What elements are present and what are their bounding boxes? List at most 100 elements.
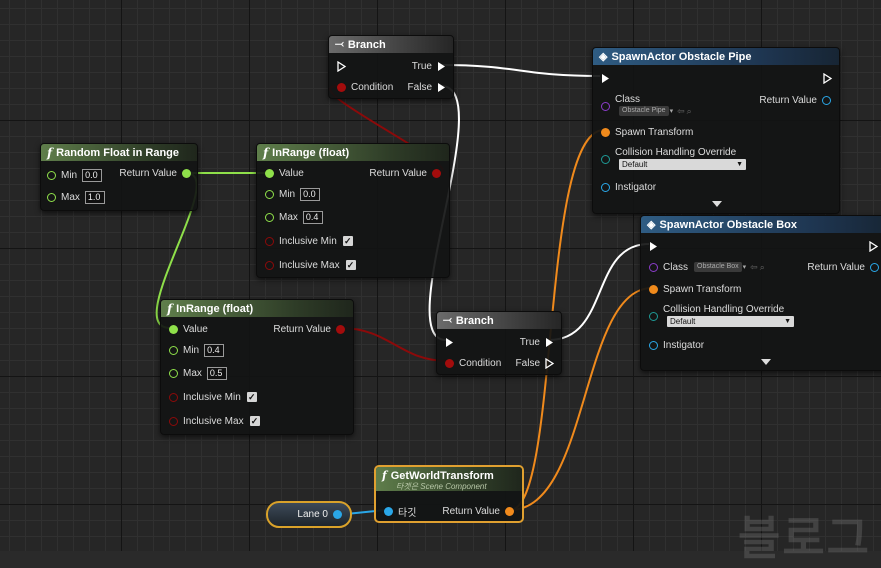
class-pin-icon[interactable] [649,262,658,272]
inclusive-max-checkbox[interactable]: ✓ [249,416,260,426]
exec-out-pin-icon[interactable] [823,72,833,84]
arrow-left-icon[interactable]: ⇦ [677,106,685,117]
max-value-input[interactable]: 0.4 [302,210,323,224]
max-value-input[interactable]: 0.5 [206,366,227,380]
inclusive-min-checkbox[interactable]: ✓ [342,236,353,246]
min-value-input[interactable]: 0.4 [204,343,225,357]
inrange1-incl-max-row[interactable]: Inclusive Max ✓ [265,258,356,272]
gwt-return-row[interactable]: Return Value [442,504,514,518]
inrange1-value-row[interactable]: Value [265,166,304,180]
random-float-node[interactable]: f Random Float in Range Min 0.0 Max 1.0 Ret… [40,143,198,211]
spawn-box-exec-in[interactable] [649,239,659,253]
exec-out-pin-icon[interactable] [869,240,879,252]
spawn-box-collision-select-row[interactable]: Default ▼ [667,314,794,328]
spawn-pipe-exec-in[interactable] [601,71,611,85]
enum-pin-icon[interactable] [649,311,658,321]
bool-pin-icon[interactable] [445,358,454,368]
branch2-exec-in-row[interactable] [445,335,455,349]
spawn-pipe-exec-out[interactable] [823,71,833,85]
object-pin-icon[interactable] [649,340,658,350]
branch1-exec-in-row[interactable] [337,59,347,73]
inrange2-max-row[interactable]: Max 0.5 [169,366,227,380]
bool-pin-icon[interactable] [265,260,274,270]
inclusive-min-checkbox[interactable]: ✓ [246,392,257,402]
branch1-false-row[interactable]: False [408,80,447,94]
search-icon[interactable]: ⌕ [687,106,692,117]
branch2-true-row[interactable]: True [520,335,555,349]
branch-node-2[interactable]: ⤙ Branch True Condition False [436,311,562,375]
branch2-condition-row[interactable]: Condition [445,356,501,370]
float-pin-icon[interactable] [169,324,178,334]
spawn-box-transform-row[interactable]: Spawn Transform [649,282,741,296]
bool-pin-icon[interactable] [265,236,274,246]
inrange2-value-row[interactable]: Value [169,322,208,336]
bool-pin-icon[interactable] [169,392,178,402]
bool-out-pin-icon[interactable] [432,168,441,178]
spawn-pipe-node[interactable]: ◈ SpawnActor Obstacle Pipe Class Obstacle… [592,47,840,214]
max-value-input[interactable]: 1.0 [84,190,105,204]
float-out-pin-icon[interactable] [182,168,191,178]
class-select[interactable]: Obstacle Box [694,262,742,272]
exec-out-pin-icon[interactable] [437,82,447,93]
transform-pin-icon[interactable] [601,127,610,137]
get-world-transform-node[interactable]: f GetWorldTransform 타겟은 Scene Component 타… [374,465,524,523]
object-pin-icon[interactable] [384,506,393,516]
exec-in-pin-icon[interactable] [601,73,611,84]
inclusive-max-checkbox[interactable]: ✓ [345,260,356,270]
branch2-false-row[interactable]: False [516,356,555,370]
collision-dropdown[interactable]: Default ▼ [667,315,794,327]
spawn-box-instigator-row[interactable]: Instigator [649,338,704,352]
spawn-pipe-return-row[interactable]: Return Value [759,93,831,107]
expand-arrow-icon[interactable] [712,201,722,207]
inrange1-return-row[interactable]: Return Value [369,166,441,180]
spawn-box-exec-out[interactable] [869,239,879,253]
search-icon[interactable]: ⌕ [760,262,765,273]
branch-node-1[interactable]: ⤙ Branch True Condition False [328,35,454,99]
bool-pin-icon[interactable] [169,416,178,426]
inrange-node-2[interactable]: f InRange (float) Value Return Value Min 0… [160,299,354,435]
enum-pin-icon[interactable] [601,154,610,164]
spawn-pipe-transform-row[interactable]: Spawn Transform [601,125,693,139]
float-pin-icon[interactable] [169,345,178,355]
float-pin-icon[interactable] [47,170,56,180]
spawn-box-class-row[interactable]: Class Obstacle Box ▾ ⇦ ⌕ [649,260,765,274]
min-value-input[interactable]: 0.0 [82,168,103,182]
inrange1-incl-min-row[interactable]: Inclusive Min ✓ [265,234,353,248]
spawn-pipe-class-select-row[interactable]: Obstacle Pipe ▾ ⇦ ⌕ [619,104,692,118]
class-select[interactable]: Obstacle Pipe [619,106,669,116]
object-out-pin-icon[interactable] [870,262,879,272]
transform-pin-icon[interactable] [649,284,658,294]
float-pin-icon[interactable] [47,192,56,202]
inrange-node-1[interactable]: f InRange (float) Value Return Value Min 0… [256,143,450,278]
min-value-input[interactable]: 0.0 [300,187,321,201]
chevron-down-icon[interactable]: ▾ [743,263,747,271]
transform-out-pin-icon[interactable] [505,506,514,516]
exec-out-pin-icon[interactable] [437,61,447,72]
branch1-true-row[interactable]: True [412,59,447,73]
lane-variable-node[interactable]: Lane 0 [266,501,352,528]
spawn-box-node[interactable]: ◈ SpawnActor Obstacle Box Class Obstacle B… [640,215,881,371]
float-pin-icon[interactable] [265,212,274,222]
chevron-down-icon[interactable]: ▾ [670,107,674,115]
random-float-min-row[interactable]: Min 0.0 [47,168,103,182]
bool-pin-icon[interactable] [337,82,346,92]
random-float-return-row[interactable]: Return Value [119,166,191,180]
exec-out-pin-icon[interactable] [545,337,555,348]
inrange2-min-row[interactable]: Min 0.4 [169,343,225,357]
class-pin-icon[interactable] [601,101,610,111]
random-float-max-row[interactable]: Max 1.0 [47,190,105,204]
inrange1-min-row[interactable]: Min 0.0 [265,187,321,201]
spawn-pipe-instigator-row[interactable]: Instigator [601,180,656,194]
object-out-pin-icon[interactable] [822,95,831,105]
exec-in-pin-icon[interactable] [337,60,347,72]
exec-out-pin-icon[interactable] [545,357,555,369]
branch1-condition-row[interactable]: Condition [337,80,393,94]
object-out-pin-icon[interactable] [333,510,342,519]
inrange2-return-row[interactable]: Return Value [273,322,345,336]
inrange1-max-row[interactable]: Max 0.4 [265,210,323,224]
expand-arrow-icon[interactable] [761,359,771,365]
float-pin-icon[interactable] [265,189,274,199]
exec-in-pin-icon[interactable] [649,241,659,252]
spawn-box-return-row[interactable]: Return Value [807,260,879,274]
collision-dropdown[interactable]: Default ▼ [619,158,746,170]
